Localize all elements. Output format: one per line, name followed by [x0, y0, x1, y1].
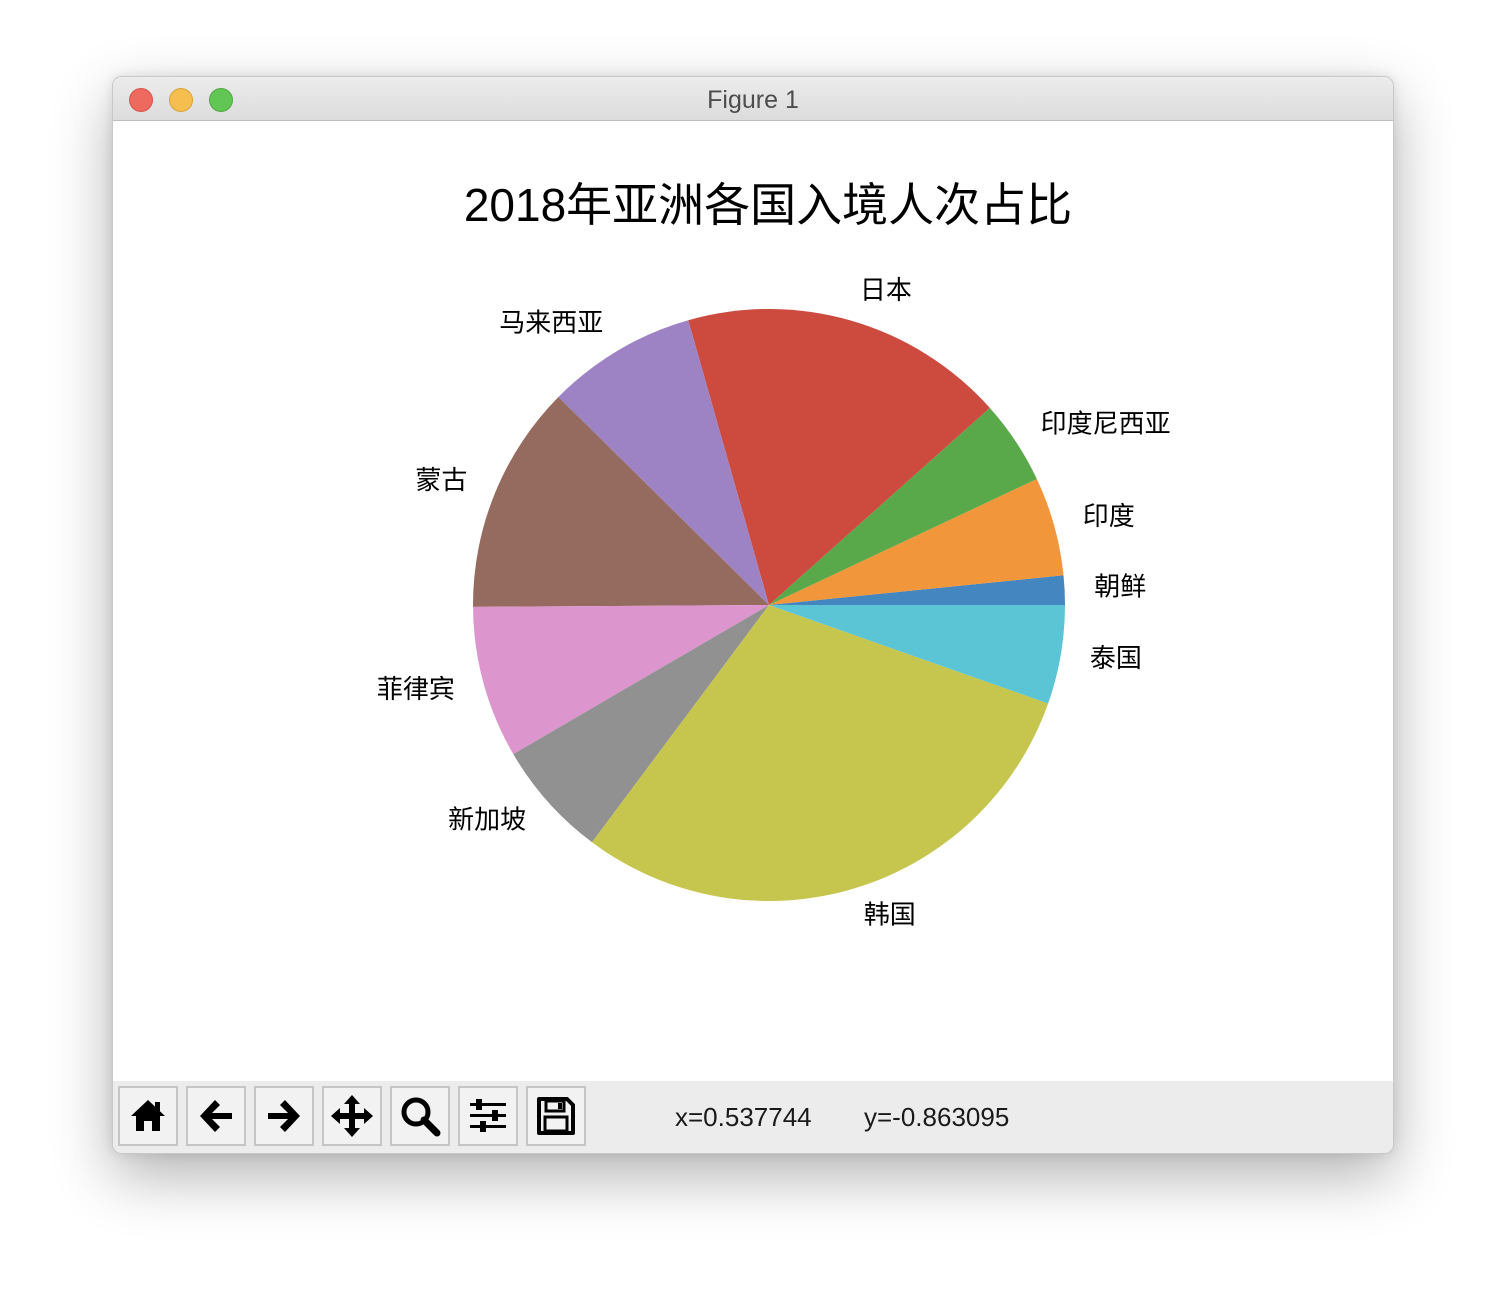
slice-label: 印度 [1083, 501, 1135, 531]
move-icon [331, 1095, 373, 1137]
pie-slices [472, 309, 1065, 902]
zoom-button[interactable] [390, 1086, 450, 1146]
save-button[interactable] [526, 1086, 586, 1146]
navigation-toolbar: x=0.537744 y=-0.863095 [113, 1081, 1393, 1153]
configure-subplots-button[interactable] [458, 1086, 518, 1146]
back-button[interactable] [186, 1086, 246, 1146]
home-icon [131, 1100, 165, 1131]
slice-label: 朝鲜 [1094, 572, 1146, 602]
magnifier-icon [401, 1097, 441, 1137]
sliders-icon [470, 1099, 506, 1132]
cursor-y-readout: y=-0.863095 [864, 1102, 1010, 1132]
forward-button[interactable] [254, 1086, 314, 1146]
slice-label: 马来西亚 [499, 308, 603, 338]
slice-label: 菲律宾 [377, 674, 455, 704]
pan-button[interactable] [322, 1086, 382, 1146]
slice-label: 韩国 [864, 899, 916, 929]
chart-title: 2018年亚洲各国入境人次占比 [464, 179, 1072, 231]
slice-label: 印度尼西亚 [1041, 408, 1171, 438]
pie-chart: 2018年亚洲各国入境人次占比 朝鲜 印度 印度尼西亚 日本马来西亚蒙古菲律宾新加坡韩… [377, 179, 1171, 929]
figure-canvas[interactable]: 2018年亚洲各国入境人次占比 朝鲜 印度 印度尼西亚 日本马来西亚蒙古菲律宾新加坡韩… [113, 121, 1393, 1081]
figure-window: Figure 1 2018年亚洲各国入境人次占比 朝鲜 印度 印度尼西亚 日本马来西亚… [112, 76, 1394, 1154]
window-title: Figure 1 [707, 86, 799, 114]
slice-label: 泰国 [1090, 643, 1142, 673]
title-bar: Figure 1 [113, 77, 1393, 121]
arrow-right-icon [268, 1100, 300, 1132]
slice-label: 日本 [860, 275, 912, 305]
slice-label: 新加坡 [448, 805, 526, 835]
home-button[interactable] [118, 1086, 178, 1146]
cursor-x-readout: x=0.537744 [675, 1102, 812, 1132]
arrow-left-icon [200, 1100, 232, 1132]
slice-label: 蒙古 [415, 465, 467, 495]
floppy-disk-icon [537, 1097, 575, 1135]
